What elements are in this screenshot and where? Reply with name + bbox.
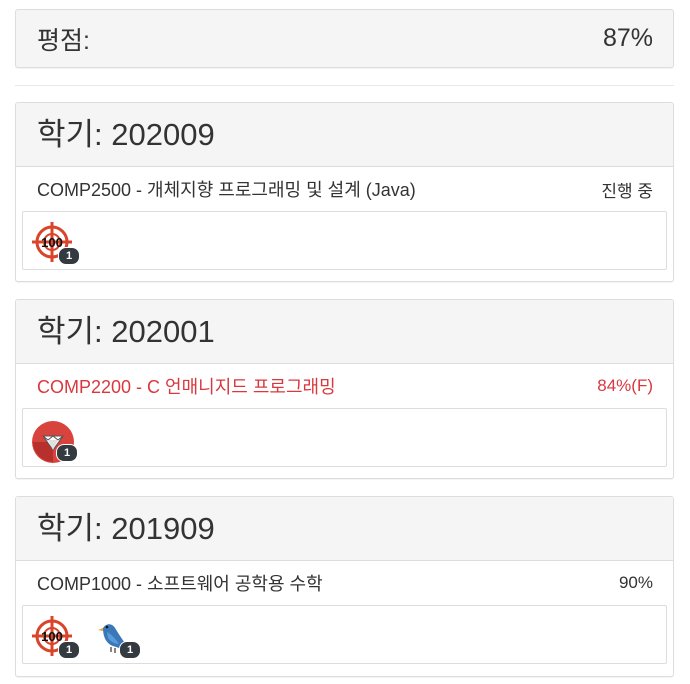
svg-text:100: 100 <box>41 629 63 644</box>
term-title: 학기: 201909 <box>16 497 673 561</box>
badge-list: 100 1 <box>22 211 667 270</box>
course-row: COMP2500 - 개체지향 프로그래밍 및 설계 (Java) 진행 중 <box>16 167 673 211</box>
term-panel: 학기: 202009 COMP2500 - 개체지향 프로그래밍 및 설계 (J… <box>15 102 674 282</box>
course-name[interactable]: COMP1000 - 소프트웨어 공학용 수학 <box>37 570 323 596</box>
badge-count: 1 <box>58 247 80 265</box>
course-status: 진행 중 <box>601 181 653 201</box>
badge[interactable]: 1 <box>30 419 78 463</box>
badge[interactable]: 100 1 <box>32 616 80 660</box>
gpa-value: 87% <box>602 24 653 52</box>
course-status: 84%(F) <box>597 376 653 395</box>
course-row: COMP1000 - 소프트웨어 공학용 수학 90% <box>16 561 673 605</box>
course-name[interactable]: COMP2500 - 개체지향 프로그래밍 및 설계 (Java) <box>37 176 416 202</box>
term-panel: 학기: 202001 COMP2200 - C 언매니지드 프로그래밍 84%(… <box>15 299 674 479</box>
course-status: 90% <box>618 573 653 592</box>
badge[interactable]: 1 <box>93 616 141 660</box>
course-row: COMP2200 - C 언매니지드 프로그래밍 84%(F) <box>16 364 673 408</box>
badge[interactable]: 100 1 <box>32 222 80 266</box>
divider <box>15 85 674 86</box>
badge-count: 1 <box>119 641 141 659</box>
gpa-label: 평점: <box>37 26 90 55</box>
badge-list: 1 <box>22 408 667 467</box>
gpa-panel: 평점: 87% <box>15 9 674 68</box>
course-name[interactable]: COMP2200 - C 언매니지드 프로그래밍 <box>37 373 336 399</box>
badge-count: 1 <box>58 641 80 659</box>
term-title: 학기: 202001 <box>16 300 673 364</box>
svg-text:100: 100 <box>41 235 63 250</box>
term-title: 학기: 202009 <box>16 103 673 167</box>
badge-list: 100 1 1 <box>22 605 667 664</box>
term-panel: 학기: 201909 COMP1000 - 소프트웨어 공학용 수학 90% 1… <box>15 496 674 677</box>
badge-count: 1 <box>56 444 78 462</box>
